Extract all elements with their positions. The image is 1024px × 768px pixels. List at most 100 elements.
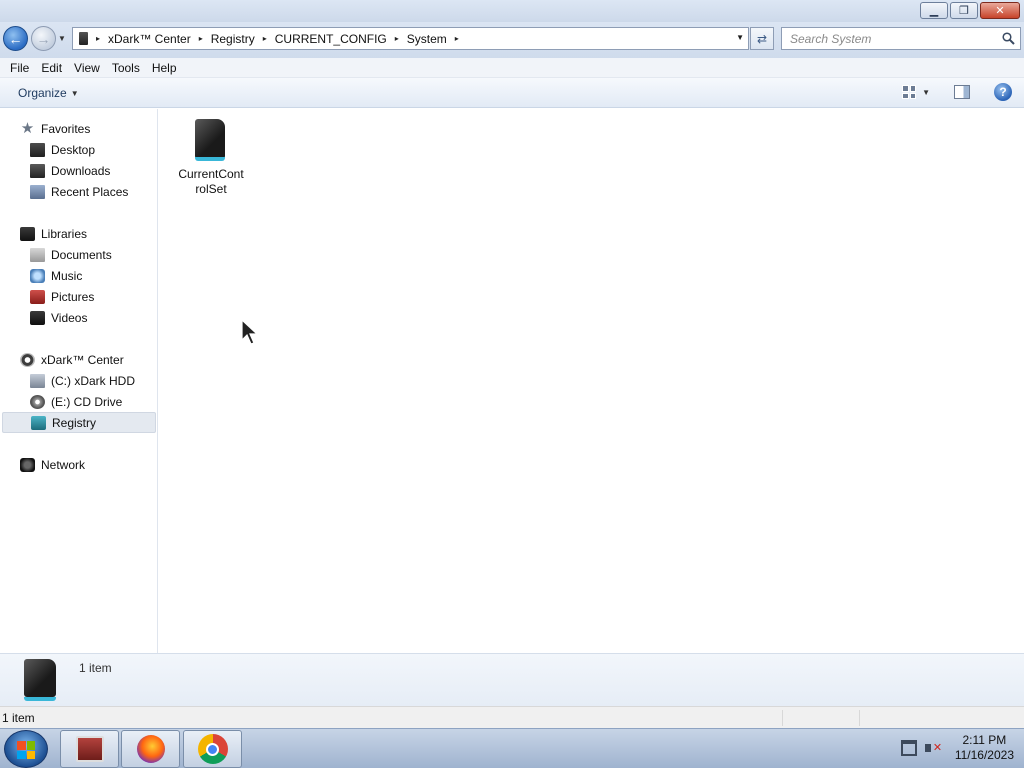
nav-item-recent-places[interactable]: Recent Places [30,181,128,202]
address-bar[interactable]: ▸ xDark™ Center ▸ Registry ▸ CURRENT_CON… [72,27,749,50]
breadcrumb-registry[interactable]: Registry [211,32,255,46]
refresh-icon: ⇄ [756,31,768,46]
close-button[interactable]: ✕ [980,2,1020,19]
network-status-icon[interactable] [900,740,917,756]
menu-edit[interactable]: Edit [35,61,68,75]
breadcrumb: ▸ xDark™ Center ▸ Registry ▸ CURRENT_CON… [96,32,467,46]
nav-item-c-drive[interactable]: (C:) xDark HDD [30,370,135,391]
window-controls: ▁ ❐ ✕ [920,2,1020,19]
nav-item-label: Documents [51,247,112,262]
status-bar: 1 item [0,706,1024,728]
cd-drive-icon [30,394,45,409]
nav-item-label: (C:) xDark HDD [51,373,135,388]
nav-item-e-drive[interactable]: (E:) CD Drive [30,391,122,412]
view-controls: ▼ ? [902,83,1012,101]
preview-pane-icon[interactable] [954,85,970,99]
nav-libraries[interactable]: Libraries [20,223,87,244]
details-item-count: 1 item [79,661,112,675]
nav-libraries-label: Libraries [41,226,88,241]
clock-time: 2:11 PM [962,733,1007,747]
explorer-icon [75,736,104,762]
recent-pages-dropdown[interactable]: ▼ [58,34,66,43]
breadcrumb-separator[interactable]: ▸ [395,34,399,43]
pictures-icon [30,289,45,304]
nav-item-label: Registry [52,415,97,430]
breadcrumb-xdark-center[interactable]: xDark™ Center [108,32,191,46]
nav-network-label: Network [41,457,86,472]
nav-item-desktop[interactable]: Desktop [30,139,95,160]
breadcrumb-separator[interactable]: ▸ [455,34,459,43]
recent-places-icon [30,184,45,199]
firefox-icon [136,735,165,763]
clock[interactable]: 2:11 PM 11/16/2023 [955,733,1014,763]
clock-date: 11/16/2023 [954,748,1014,762]
search-icon[interactable] [1002,32,1015,45]
organize-button[interactable]: Organize ▼ [18,86,79,100]
forward-arrow-icon: → [36,30,51,47]
nav-item-pictures[interactable]: Pictures [30,286,94,307]
libraries-icon [20,226,35,241]
start-button[interactable] [4,730,48,768]
registry-icon [31,415,46,430]
file-list-view[interactable]: CurrentControlSet [159,109,1024,653]
change-view-icon[interactable] [902,85,917,99]
videos-icon [30,310,45,325]
search-input[interactable] [790,31,990,46]
nav-item-label: Videos [51,310,88,325]
title-bar: ▁ ❐ ✕ [0,0,1024,22]
status-divider [782,710,783,726]
nav-item-registry[interactable]: Registry [2,412,156,433]
nav-item-music[interactable]: Music [30,265,82,286]
menu-help[interactable]: Help [146,61,183,75]
taskbar-chrome[interactable] [183,730,242,768]
maximize-button[interactable]: ❐ [950,2,978,19]
help-icon[interactable]: ? [994,83,1012,101]
downloads-icon [30,163,45,178]
forward-button[interactable]: → [31,26,56,51]
breadcrumb-separator[interactable]: ▸ [199,34,203,43]
command-bar: Organize ▼ ▼ ? [0,78,1024,108]
status-divider [859,710,860,726]
refresh-button[interactable]: ⇄ [750,27,774,50]
breadcrumb-separator[interactable]: ▸ [263,34,267,43]
folder-icon [24,659,56,701]
address-toolbar: ← → ▼ ▸ xDark™ Center ▸ Registry ▸ CURRE… [0,22,1024,58]
nav-item-documents[interactable]: Documents [30,244,112,265]
address-dropdown-icon[interactable]: ▼ [736,33,744,42]
chevron-down-icon: ▼ [70,88,79,98]
system-tray: 2:11 PM 11/16/2023 [900,733,1014,763]
nav-computer-label: xDark™ Center [41,352,124,367]
menu-file[interactable]: File [4,61,35,75]
folder-icon [193,117,229,163]
nav-item-label: Pictures [51,289,95,304]
back-arrow-icon: ← [8,30,23,47]
nav-favorites-label: Favorites [41,121,91,136]
taskbar-explorer[interactable] [60,730,119,768]
computer-icon [20,352,35,367]
nav-network[interactable]: Network [20,454,85,475]
music-icon [30,268,45,283]
breadcrumb-separator[interactable]: ▸ [96,34,100,43]
location-icon [79,32,88,45]
nav-item-videos[interactable]: Videos [30,307,87,328]
nav-computer[interactable]: xDark™ Center [20,349,124,370]
navigation-pane: ★ Favorites Desktop Downloads Recent Pla… [0,109,158,653]
menu-tools[interactable]: Tools [106,61,146,75]
volume-muted-icon[interactable] [924,740,942,756]
chrome-icon [197,734,228,764]
back-button[interactable]: ← [3,26,28,51]
breadcrumb-current-config[interactable]: CURRENT_CONFIG [275,32,387,46]
folder-item-currentcontrolset[interactable]: CurrentControlSet [173,117,249,197]
breadcrumb-system[interactable]: System [407,32,447,46]
menu-view[interactable]: View [68,61,106,75]
nav-favorites[interactable]: ★ Favorites [20,118,91,139]
details-pane: 1 item [0,653,1024,706]
hard-drive-icon [30,373,45,388]
view-options-chevron-icon[interactable]: ▼ [922,88,930,97]
nav-item-downloads[interactable]: Downloads [30,160,110,181]
taskbar: 2:11 PM 11/16/2023 [0,728,1024,768]
documents-icon [30,247,45,262]
taskbar-firefox[interactable] [121,730,180,768]
organize-label: Organize [18,86,67,100]
minimize-button[interactable]: ▁ [920,2,948,19]
